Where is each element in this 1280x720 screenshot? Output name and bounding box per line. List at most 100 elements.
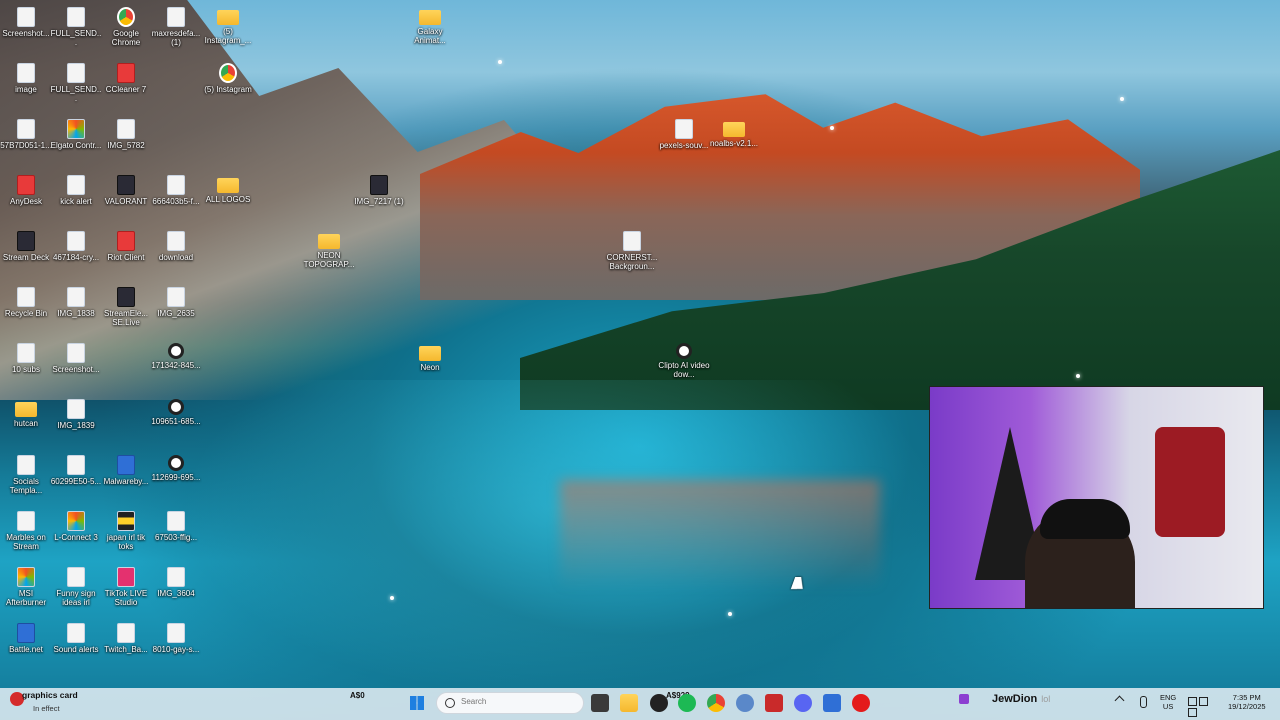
desktop-icon[interactable]: Battle.net xyxy=(0,618,52,674)
desktop-icon[interactable]: IMG_5782 xyxy=(100,114,152,170)
desktop-icon[interactable]: 10 subs xyxy=(0,338,52,394)
desktop-icon[interactable]: 67503-ffig... xyxy=(150,506,202,562)
desktop-icon[interactable]: FULL_SEND... xyxy=(50,58,102,114)
stream-deck-icon xyxy=(17,231,35,251)
chevron-up-icon[interactable] xyxy=(1114,695,1125,706)
desktop-icon[interactable]: maxresdefa... (1) xyxy=(150,2,202,58)
desktop-icon[interactable]: MSI Afterburner xyxy=(0,562,52,618)
text-file-icon xyxy=(67,175,85,195)
desktop-icon[interactable]: Socials Templa... xyxy=(0,450,52,506)
desktop-icon[interactable]: (5) Instagram_... xyxy=(202,2,254,58)
language-code: ENG xyxy=(1160,693,1177,702)
desktop-icon-label: pexels-souv... xyxy=(659,141,709,150)
desktop-icon[interactable]: IMG_2635 xyxy=(150,282,202,338)
desktop-icon-label: Riot Client xyxy=(107,253,145,262)
desktop-icon[interactable]: Clipto AI video dow... xyxy=(658,338,710,394)
desktop-icon[interactable]: ALL LOGOS xyxy=(202,170,254,226)
sparkle xyxy=(498,60,502,64)
desktop-icon-label: CCleaner 7 xyxy=(105,85,147,94)
desktop-icon[interactable]: 60299E50-5... xyxy=(50,450,102,506)
desktop-icon[interactable]: 112699-695... xyxy=(150,450,202,506)
desktop-icon[interactable]: L-Connect 3 xyxy=(50,506,102,562)
desktop-icon[interactable]: Recycle Bin xyxy=(0,282,52,338)
desktop-icon-label: Google Chrome xyxy=(111,29,141,47)
obs-icon[interactable] xyxy=(650,694,668,712)
desktop-icon[interactable]: 666403b5-f... xyxy=(150,170,202,226)
taskbar-clock[interactable]: 7:35 PM 19/12/2025 xyxy=(1228,693,1266,711)
desktop-icon[interactable]: Neon xyxy=(404,338,456,394)
desktop-icon[interactable]: Funny sign ideas irl xyxy=(50,562,102,618)
desktop-icon[interactable]: 8010-gay-s... xyxy=(150,618,202,674)
spotify-icon[interactable] xyxy=(678,694,696,712)
desktop-icon[interactable]: 109651-685... xyxy=(150,394,202,450)
desktop-icon[interactable]: Twitch_Ba... xyxy=(100,618,152,674)
taskbar-search[interactable] xyxy=(436,692,584,714)
desktop-icon[interactable]: download xyxy=(150,226,202,282)
desktop-icon[interactable]: Marbles on Stream xyxy=(0,506,52,562)
desktop-icon[interactable]: 171342-845... xyxy=(150,338,202,394)
desktop-icon-label: Elgato Contr... xyxy=(50,141,102,150)
recycle-bin-icon xyxy=(17,287,35,307)
desktop-icon[interactable]: Riot Client xyxy=(100,226,152,282)
desktop-icon[interactable]: Screenshot... xyxy=(50,338,102,394)
desktop-icon[interactable]: kick alert xyxy=(50,170,102,226)
edge-icon[interactable] xyxy=(736,694,754,712)
desktop-icon[interactable]: Elgato Contr... xyxy=(50,114,102,170)
desktop-icon[interactable]: IMG_1838 xyxy=(50,282,102,338)
japan-folder-icon xyxy=(117,511,135,531)
desktop-icon[interactable]: Malwareby... xyxy=(100,450,152,506)
desktop-icon-label: 112699-695... xyxy=(151,473,201,482)
desktop-icon[interactable]: Stream Deck xyxy=(0,226,52,282)
desktop-icon-label: TikTok LIVE Studio xyxy=(104,589,148,607)
task-view-icon[interactable] xyxy=(591,694,609,712)
sparkle xyxy=(728,612,732,616)
desktop-icon[interactable]: IMG_1839 xyxy=(50,394,102,450)
app-taskbar-icon[interactable] xyxy=(823,694,841,712)
microphone-icon[interactable] xyxy=(1140,696,1147,708)
desktop-icon[interactable]: noalbs-v2.1... xyxy=(708,114,760,170)
desktop-icon[interactable]: CORNERST... Backgroun... xyxy=(606,226,658,282)
desktop-icon[interactable]: hutcan xyxy=(0,394,52,450)
desktop-icon[interactable]: 467184-cry... xyxy=(50,226,102,282)
file-explorer-icon[interactable] xyxy=(620,694,638,712)
video-file-icon xyxy=(168,343,184,359)
desktop-icon[interactable]: Galaxy Animat... xyxy=(404,2,456,58)
desktop-icon[interactable]: CCleaner 7 xyxy=(100,58,152,114)
desktop-icon[interactable]: FULL_SEND... xyxy=(50,2,102,58)
desktop-icon[interactable]: StreamEle... SE.Live xyxy=(100,282,152,338)
desktop-icon[interactable]: Sound alerts xyxy=(50,618,102,674)
msi-afterburner-icon xyxy=(17,567,35,587)
desktop-icon[interactable]: 57B7D051-1... xyxy=(0,114,52,170)
desktop-icon[interactable]: Screenshot... xyxy=(0,2,52,58)
system-tray-icons[interactable] xyxy=(1188,697,1218,717)
desktop-icon[interactable]: Google Chrome xyxy=(100,2,152,58)
desktop-icon[interactable]: japan irl tik toks xyxy=(100,506,152,562)
desktop-icon[interactable]: IMG_7217 (1) xyxy=(353,170,405,226)
image-file-icon xyxy=(67,399,85,419)
desktop-icon[interactable]: VALORANT xyxy=(100,170,152,226)
desktop-icon[interactable]: TikTok LIVE Studio xyxy=(100,562,152,618)
desktop-icon-label: IMG_2635 xyxy=(157,309,195,318)
riot-client-taskbar-icon[interactable] xyxy=(852,694,870,712)
language-indicator[interactable]: ENG US xyxy=(1160,693,1176,711)
discord-icon[interactable] xyxy=(794,694,812,712)
desktop-icon[interactable]: AnyDesk xyxy=(0,170,52,226)
monitor-icon xyxy=(1188,697,1197,706)
anydesk-icon xyxy=(17,175,35,195)
desktop-icon-label: noalbs-v2.1... xyxy=(709,139,759,148)
chrome-taskbar-icon[interactable] xyxy=(707,694,725,712)
desktop-icon[interactable]: NEON TOPOGRAP... xyxy=(303,226,355,282)
search-input[interactable] xyxy=(459,696,573,707)
valorant-taskbar-icon[interactable] xyxy=(765,694,783,712)
channel-widget[interactable]: JewDion lol xyxy=(992,693,1050,705)
start-button[interactable] xyxy=(410,696,424,710)
folder-icon xyxy=(15,402,37,417)
desktop-icon[interactable]: pexels-souv... xyxy=(658,114,710,170)
desktop-icon[interactable]: image xyxy=(0,58,52,114)
desktop-icon[interactable]: (5) Instagram xyxy=(202,58,254,114)
desktop-icon[interactable]: IMG_3604 xyxy=(150,562,202,618)
volume-icon xyxy=(1188,708,1197,717)
chrome-icon xyxy=(117,7,135,27)
desktop-icon-label: 8010-gay-s... xyxy=(152,645,200,654)
image-file-icon xyxy=(370,175,388,195)
